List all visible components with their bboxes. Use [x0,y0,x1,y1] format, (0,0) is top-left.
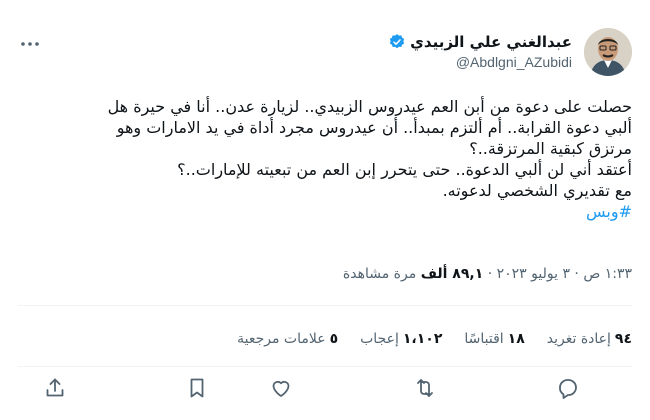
tweet-line: ألبي دعوة القرابة.. أم ألتزم بمبدأ.. أن … [116,118,632,137]
bookmarks-count: ٥ [329,331,339,347]
retweets-label: إعادة تغريد [546,331,611,347]
divider [18,366,632,367]
likes-count: ١،١٠٢ [402,331,443,347]
retweets-stat[interactable]: ٩٤إعادة تغريد [547,331,632,347]
retweet-icon[interactable] [413,376,437,400]
author-handle[interactable]: @Abdlgni_AZubidi [388,54,572,70]
more-icon[interactable] [18,32,42,56]
quotes-count: ١٨ [507,331,525,347]
name-row: عبدالغني علي الزبيدي [388,32,572,52]
quotes-label: اقتباسًا [464,331,504,347]
tweet-line: أعتقد أني لن ألبي الدعوة.. حتى يتحرر إبن… [177,160,632,179]
views-count: ٨٩,١ ألف [420,266,484,282]
verified-badge-icon[interactable] [388,33,406,51]
tweet-header: عبدالغني علي الزبيدي @Abdlgni_AZubidi [18,28,632,78]
divider [18,305,632,306]
reply-icon[interactable] [556,376,580,400]
likes-stat[interactable]: ١،١٠٢إعجاب [360,331,442,347]
hashtag-link[interactable]: #وبس [32,201,632,222]
tweet-line: حصلت على دعوة من أبن العم عيدروس الزبيدي… [107,97,632,116]
author-names: عبدالغني علي الزبيدي @Abdlgni_AZubidi [388,32,572,70]
like-icon[interactable] [269,376,293,400]
likes-label: إعجاب [360,331,399,347]
bookmark-icon[interactable] [185,376,209,400]
bookmarks-label: علامات مرجعية [237,331,326,347]
views-label: مرة مشاهدة [342,266,421,282]
tweet: عبدالغني علي الزبيدي @Abdlgni_AZubidi حص… [0,0,650,420]
quotes-stat[interactable]: ١٨اقتباسًا [464,331,524,347]
tweet-actions [18,376,632,404]
share-icon[interactable] [43,376,67,400]
bookmarks-stat[interactable]: ٥علامات مرجعية [237,331,338,347]
tweet-text: حصلت على دعوة من أبن العم عيدروس الزبيدي… [32,96,632,222]
tweet-line: مرتزق كبقية المرتزقة..؟ [469,139,632,158]
tweet-timestamp[interactable]: ١:٣٣ ص · ٣ يوليو ٢٠٢٣ · [483,266,632,282]
retweets-count: ٩٤ [614,331,632,347]
tweet-line: مع تقديري الشخصي لدعوته. [442,181,632,200]
author-name[interactable]: عبدالغني علي الزبيدي [410,32,572,52]
tweet-meta: ١:٣٣ ص · ٣ يوليو ٢٠٢٣ · ٨٩,١ ألف مرة مشا… [343,266,632,282]
tweet-stats: ٩٤إعادة تغريد ١٨اقتباسًا ١،١٠٢إعجاب ٥علا… [237,331,632,347]
avatar[interactable] [584,28,632,76]
